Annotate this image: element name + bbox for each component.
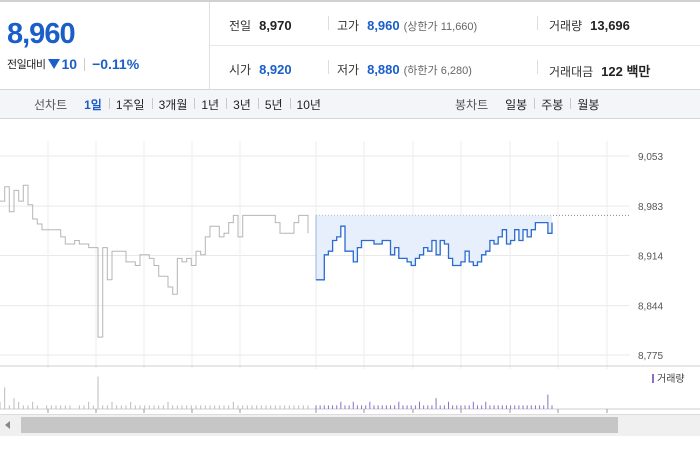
divider [84,57,86,71]
period-1d[interactable]: 1일 [77,96,109,113]
scroll-thumb[interactable] [21,417,618,433]
stat-limit: (하한가 6,280) [403,65,472,77]
price-chart-svg: 9,053 8,983 8,914 8,844 8,775 거래량 [0,141,700,413]
price-change-row: 전일대비 10 −0.11% [7,56,139,72]
bottom-area [0,436,700,450]
price-summary: 8,960 전일대비 10 −0.11% 전일 8,970 고가 8,960 (… [0,0,700,89]
volume-legend-label: 거래량 [657,373,685,385]
current-price-box: 8,960 전일대비 10 −0.11% [0,2,210,89]
current-price: 8,960 [7,18,76,50]
stat-high: 고가 8,960 (상한가 11,660) [337,17,477,34]
stat-value: 8,970 [259,18,292,33]
chart-scrollbar[interactable] [0,414,700,436]
stat-label: 고가 [337,19,360,33]
stats-row-1: 전일 8,970 고가 8,960 (상한가 11,660) 거래량 13,69… [210,2,700,46]
line-chart-periods: 선차트 1일 1주일 3개월 1년 3년 5년 10년 [34,90,328,118]
y-tick-label: 8,983 [638,202,663,213]
period-5y[interactable]: 5년 [257,96,290,113]
change-value: 10 [61,56,78,72]
stat-limit: (상한가 11,660) [403,21,478,33]
period-3m[interactable]: 3개월 [151,96,195,113]
chart-toolbar: 선차트 1일 1주일 3개월 1년 3년 5년 10년 봉차트 일봉 주봉 월봉 [0,89,700,119]
stats-row-2: 시가 8,920 저가 8,880 (하한가 6,280) 거래대금 122 백… [210,46,700,89]
stat-label: 거래량 [549,19,583,33]
change-label: 전일대비 [7,59,46,71]
stat-volume: 거래량 13,696 [549,17,630,34]
scroll-left-arrow-icon[interactable] [5,421,10,429]
volume-legend-swatch [652,374,654,383]
candle-chart-periods: 봉차트 일봉 주봉 월봉 [455,90,606,118]
divider [537,60,538,74]
period-10y[interactable]: 10년 [289,96,328,113]
y-tick-label: 8,914 [638,252,663,263]
stat-label: 저가 [337,63,360,77]
candle-monthly[interactable]: 월봉 [570,96,606,113]
stat-value: 8,880 [367,62,400,77]
stat-label: 거래대금 [549,65,594,79]
period-1y[interactable]: 1년 [194,96,226,113]
period-1w[interactable]: 1주일 [108,96,152,113]
line-chart-label: 선차트 [34,97,68,112]
down-triangle-icon [48,59,61,69]
y-tick-label: 8,775 [638,351,663,362]
period-3y[interactable]: 3년 [226,96,258,113]
candle-chart-label: 봉차트 [455,97,489,112]
stat-value: 8,920 [259,62,292,77]
divider [537,16,538,30]
stat-low: 저가 8,880 (하한가 6,280) [337,61,472,78]
y-tick-label: 9,053 [638,152,663,163]
series-previous-line [0,184,309,338]
series-current-area [316,215,552,280]
y-tick-label: 8,844 [638,302,663,313]
price-chart: 9,053 8,983 8,914 8,844 8,775 거래량 [0,119,700,419]
candle-weekly[interactable]: 주봉 [534,96,570,113]
stat-label: 시가 [229,63,252,77]
divider [328,60,329,74]
change-rate: −0.11% [92,56,140,72]
stat-value: 8,960 [367,18,400,33]
stat-open: 시가 8,920 [229,61,292,78]
stat-prev-close: 전일 8,970 [229,17,292,34]
stat-value: 122 백만 [601,64,651,79]
divider [328,16,329,30]
price-stats: 전일 8,970 고가 8,960 (상한가 11,660) 거래량 13,69… [210,2,700,89]
stat-trade-value: 거래대금 122 백만 [549,61,650,80]
stat-value: 13,696 [590,18,630,33]
candle-daily[interactable]: 일봉 [498,96,534,113]
stat-label: 전일 [229,19,252,33]
